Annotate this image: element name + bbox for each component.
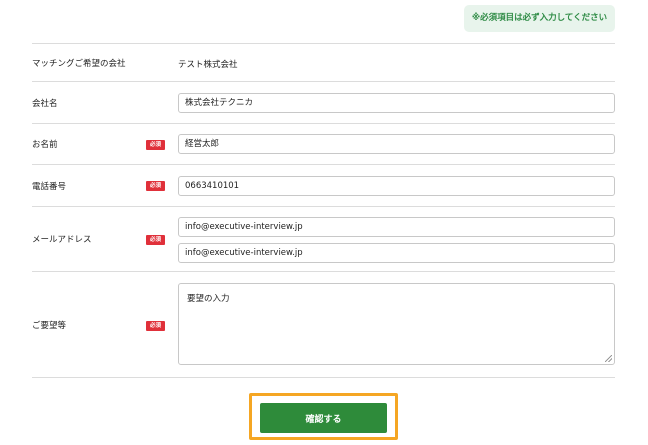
email-input[interactable]: info@executive-interview.jp xyxy=(178,217,615,237)
company-name-input[interactable]: 株式会社テクニカ xyxy=(178,93,615,113)
resize-grip-icon[interactable] xyxy=(605,355,612,362)
name-input[interactable]: 経営太郎 xyxy=(178,134,615,154)
row-name: お名前 必須 経営太郎 xyxy=(32,123,615,164)
phone-input[interactable]: 0663410101 xyxy=(178,176,615,196)
request-text: 要望の入力 xyxy=(187,294,230,304)
label-phone: 電話番号 xyxy=(32,181,67,192)
confirm-button[interactable]: 確認する xyxy=(260,403,387,433)
label-request: ご要望等 xyxy=(32,320,67,331)
request-textarea[interactable]: 要望の入力 xyxy=(178,283,615,365)
required-notice: ※必須項目は必ず入力してください xyxy=(464,5,615,32)
inquiry-form: マッチングご希望の会社 テスト株式会社 会社名 株式会社テクニカ お名前 必須 … xyxy=(32,43,615,378)
label-company-wish: マッチングご希望の会社 xyxy=(32,58,126,69)
row-request: ご要望等 必須 要望の入力 xyxy=(32,271,615,378)
email-confirm-input[interactable]: info@executive-interview.jp xyxy=(178,243,615,263)
row-phone: 電話番号 必須 0663410101 xyxy=(32,164,615,206)
submit-highlight: 確認する xyxy=(249,393,398,440)
company-wish-value: テスト株式会社 xyxy=(178,60,238,70)
label-email: メールアドレス xyxy=(32,235,92,245)
required-badge: 必須 xyxy=(146,140,165,150)
row-company-wish: マッチングご希望の会社 テスト株式会社 xyxy=(32,43,615,81)
row-email: メールアドレス 必須 info@executive-interview.jp i… xyxy=(32,206,615,271)
label-company-name: 会社名 xyxy=(32,98,58,109)
required-badge: 必須 xyxy=(146,181,165,191)
required-badge: 必須 xyxy=(146,235,165,245)
row-company-name: 会社名 株式会社テクニカ xyxy=(32,81,615,123)
label-name: お名前 xyxy=(32,140,58,150)
required-badge: 必須 xyxy=(146,321,165,331)
